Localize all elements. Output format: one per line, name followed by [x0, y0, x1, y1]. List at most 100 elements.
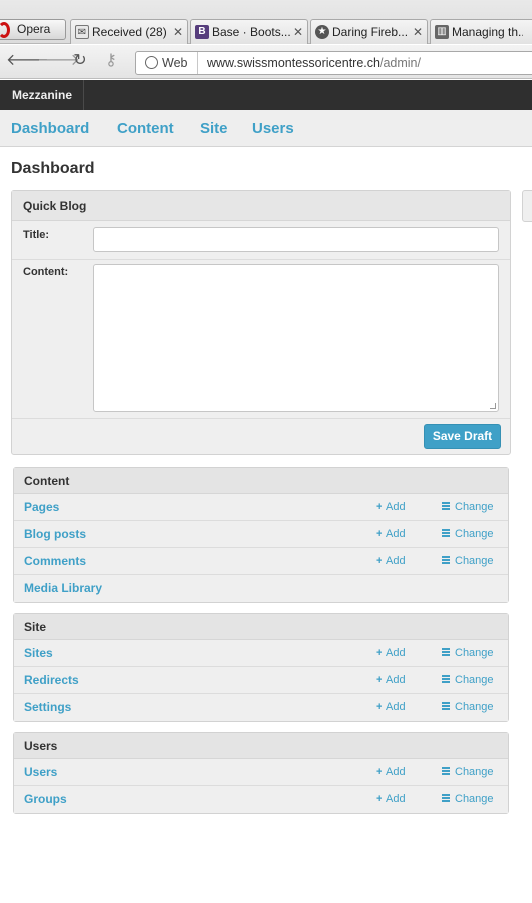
model-link-pages[interactable]: Pages	[24, 494, 59, 520]
list-item: Sites + Add Change	[14, 640, 508, 667]
plus-icon: +	[376, 555, 383, 567]
browser-tab-received[interactable]: ✉ Received (28) ✕	[70, 19, 188, 44]
plus-icon: +	[376, 647, 383, 659]
module-users: Users Users + Add Change Groups + Add Chan…	[13, 732, 509, 814]
bootstrap-icon: B	[195, 25, 209, 39]
browser-tab-strip: Opera ✉ Received (28) ✕ B Base · Boots..…	[0, 0, 532, 44]
close-icon[interactable]: ✕	[413, 20, 423, 44]
add-label: Add	[386, 793, 406, 805]
browser-tab-bootstrap[interactable]: B Base · Boots... ✕	[190, 19, 308, 44]
add-label: Add	[386, 528, 406, 540]
add-label: Add	[386, 647, 406, 659]
divider	[12, 259, 510, 260]
change-link[interactable]: Change	[442, 694, 494, 720]
close-icon[interactable]: ✕	[173, 20, 183, 44]
url-path: /admin/	[379, 56, 421, 70]
change-link[interactable]: Change	[442, 640, 494, 666]
brand-link[interactable]: Mezzanine	[0, 80, 85, 110]
change-label: Change	[455, 528, 494, 540]
forward-arrow-icon[interactable]: 🡒	[37, 51, 80, 71]
save-draft-button[interactable]: Save Draft	[424, 424, 501, 449]
list-item: Pages + Add Change	[14, 494, 508, 521]
model-link-comments[interactable]: Comments	[24, 548, 86, 574]
add-label: Add	[386, 674, 406, 686]
add-label: Add	[386, 701, 406, 713]
list-item: Comments + Add Change	[14, 548, 508, 575]
tab-label: Received (28)	[92, 25, 167, 39]
change-link[interactable]: Change	[442, 548, 494, 574]
divider	[12, 418, 510, 419]
add-link[interactable]: + Add	[376, 640, 406, 666]
model-link-sites[interactable]: Sites	[24, 640, 53, 666]
list-icon	[442, 702, 450, 710]
change-label: Change	[455, 647, 494, 659]
key-icon[interactable]: ⚷	[101, 51, 121, 71]
change-link[interactable]: Change	[442, 667, 494, 693]
page-title: Dashboard	[11, 160, 95, 177]
plus-icon: +	[376, 528, 383, 540]
add-label: Add	[386, 766, 406, 778]
resize-handle-icon[interactable]	[490, 403, 496, 409]
browser-tab-daring-fireball[interactable]: ★ Daring Fireb... ✕	[310, 19, 428, 44]
mail-icon: ✉	[75, 25, 89, 39]
nav-site[interactable]: Site	[200, 110, 228, 147]
model-link-settings[interactable]: Settings	[24, 694, 71, 720]
nav-users[interactable]: Users	[252, 110, 294, 147]
list-item: Settings + Add Change	[14, 694, 508, 721]
model-link-redirects[interactable]: Redirects	[24, 667, 79, 693]
list-item: Media Library	[14, 575, 508, 602]
model-link-groups[interactable]: Groups	[24, 786, 67, 812]
book-icon: ▥	[435, 25, 449, 39]
plus-icon: +	[376, 701, 383, 713]
change-label: Change	[455, 766, 494, 778]
plus-icon: +	[376, 501, 383, 513]
change-label: Change	[455, 701, 494, 713]
side-panel-edge	[522, 190, 532, 222]
change-link[interactable]: Change	[442, 521, 494, 547]
admin-header: Mezzanine	[0, 80, 532, 110]
admin-main-nav: Dashboard Content Site Users	[0, 110, 532, 147]
nav-content[interactable]: Content	[117, 110, 174, 147]
add-link[interactable]: + Add	[376, 667, 406, 693]
change-link[interactable]: Change	[442, 786, 494, 812]
list-item: Groups + Add Change	[14, 786, 508, 813]
module-content: Content Pages + Add Change Blog posts + Ad…	[13, 467, 509, 603]
module-site: Site Sites + Add Change Redirects + Add Ch…	[13, 613, 509, 722]
list-item: Users + Add Change	[14, 759, 508, 786]
plus-icon: +	[376, 766, 383, 778]
browser-address-toolbar: 🡐 🡒 ↻ ⚷ Web www.swissmontessoricentre.ch…	[0, 45, 532, 79]
model-link-media-library[interactable]: Media Library	[24, 575, 102, 601]
reload-icon[interactable]: ↻	[70, 51, 90, 71]
nav-dashboard[interactable]: Dashboard	[11, 110, 89, 147]
close-icon[interactable]: ✕	[293, 20, 303, 44]
add-link[interactable]: + Add	[376, 786, 406, 812]
module-title: Site	[14, 614, 508, 640]
opera-menu-button[interactable]: Opera	[0, 19, 66, 40]
url-text[interactable]: www.swissmontessoricentre.ch/admin/	[207, 52, 421, 74]
title-label: Title:	[23, 229, 50, 241]
star-icon: ★	[315, 25, 329, 39]
change-link[interactable]: Change	[442, 494, 494, 520]
site-info-label: Web	[162, 56, 188, 70]
plus-icon: +	[376, 793, 383, 805]
add-link[interactable]: + Add	[376, 694, 406, 720]
site-info-chip[interactable]: Web	[136, 52, 198, 74]
module-title: Users	[14, 733, 508, 759]
add-link[interactable]: + Add	[376, 521, 406, 547]
back-arrow-icon[interactable]: 🡐	[6, 51, 49, 71]
list-item: Blog posts + Add Change	[14, 521, 508, 548]
title-input[interactable]	[93, 227, 499, 252]
content-textarea[interactable]	[93, 264, 499, 412]
add-link[interactable]: + Add	[376, 494, 406, 520]
list-item: Redirects + Add Change	[14, 667, 508, 694]
plus-icon: +	[376, 674, 383, 686]
content-label: Content:	[23, 266, 69, 278]
change-link[interactable]: Change	[442, 759, 494, 785]
model-link-users[interactable]: Users	[24, 759, 57, 785]
browser-tab-managing[interactable]: ▥ Managing th...	[430, 19, 532, 44]
add-link[interactable]: + Add	[376, 759, 406, 785]
model-link-blog-posts[interactable]: Blog posts	[24, 521, 86, 547]
tab-label: Base · Boots...	[212, 25, 291, 39]
address-bar[interactable]: Web www.swissmontessoricentre.ch/admin/	[135, 51, 532, 75]
add-link[interactable]: + Add	[376, 548, 406, 574]
